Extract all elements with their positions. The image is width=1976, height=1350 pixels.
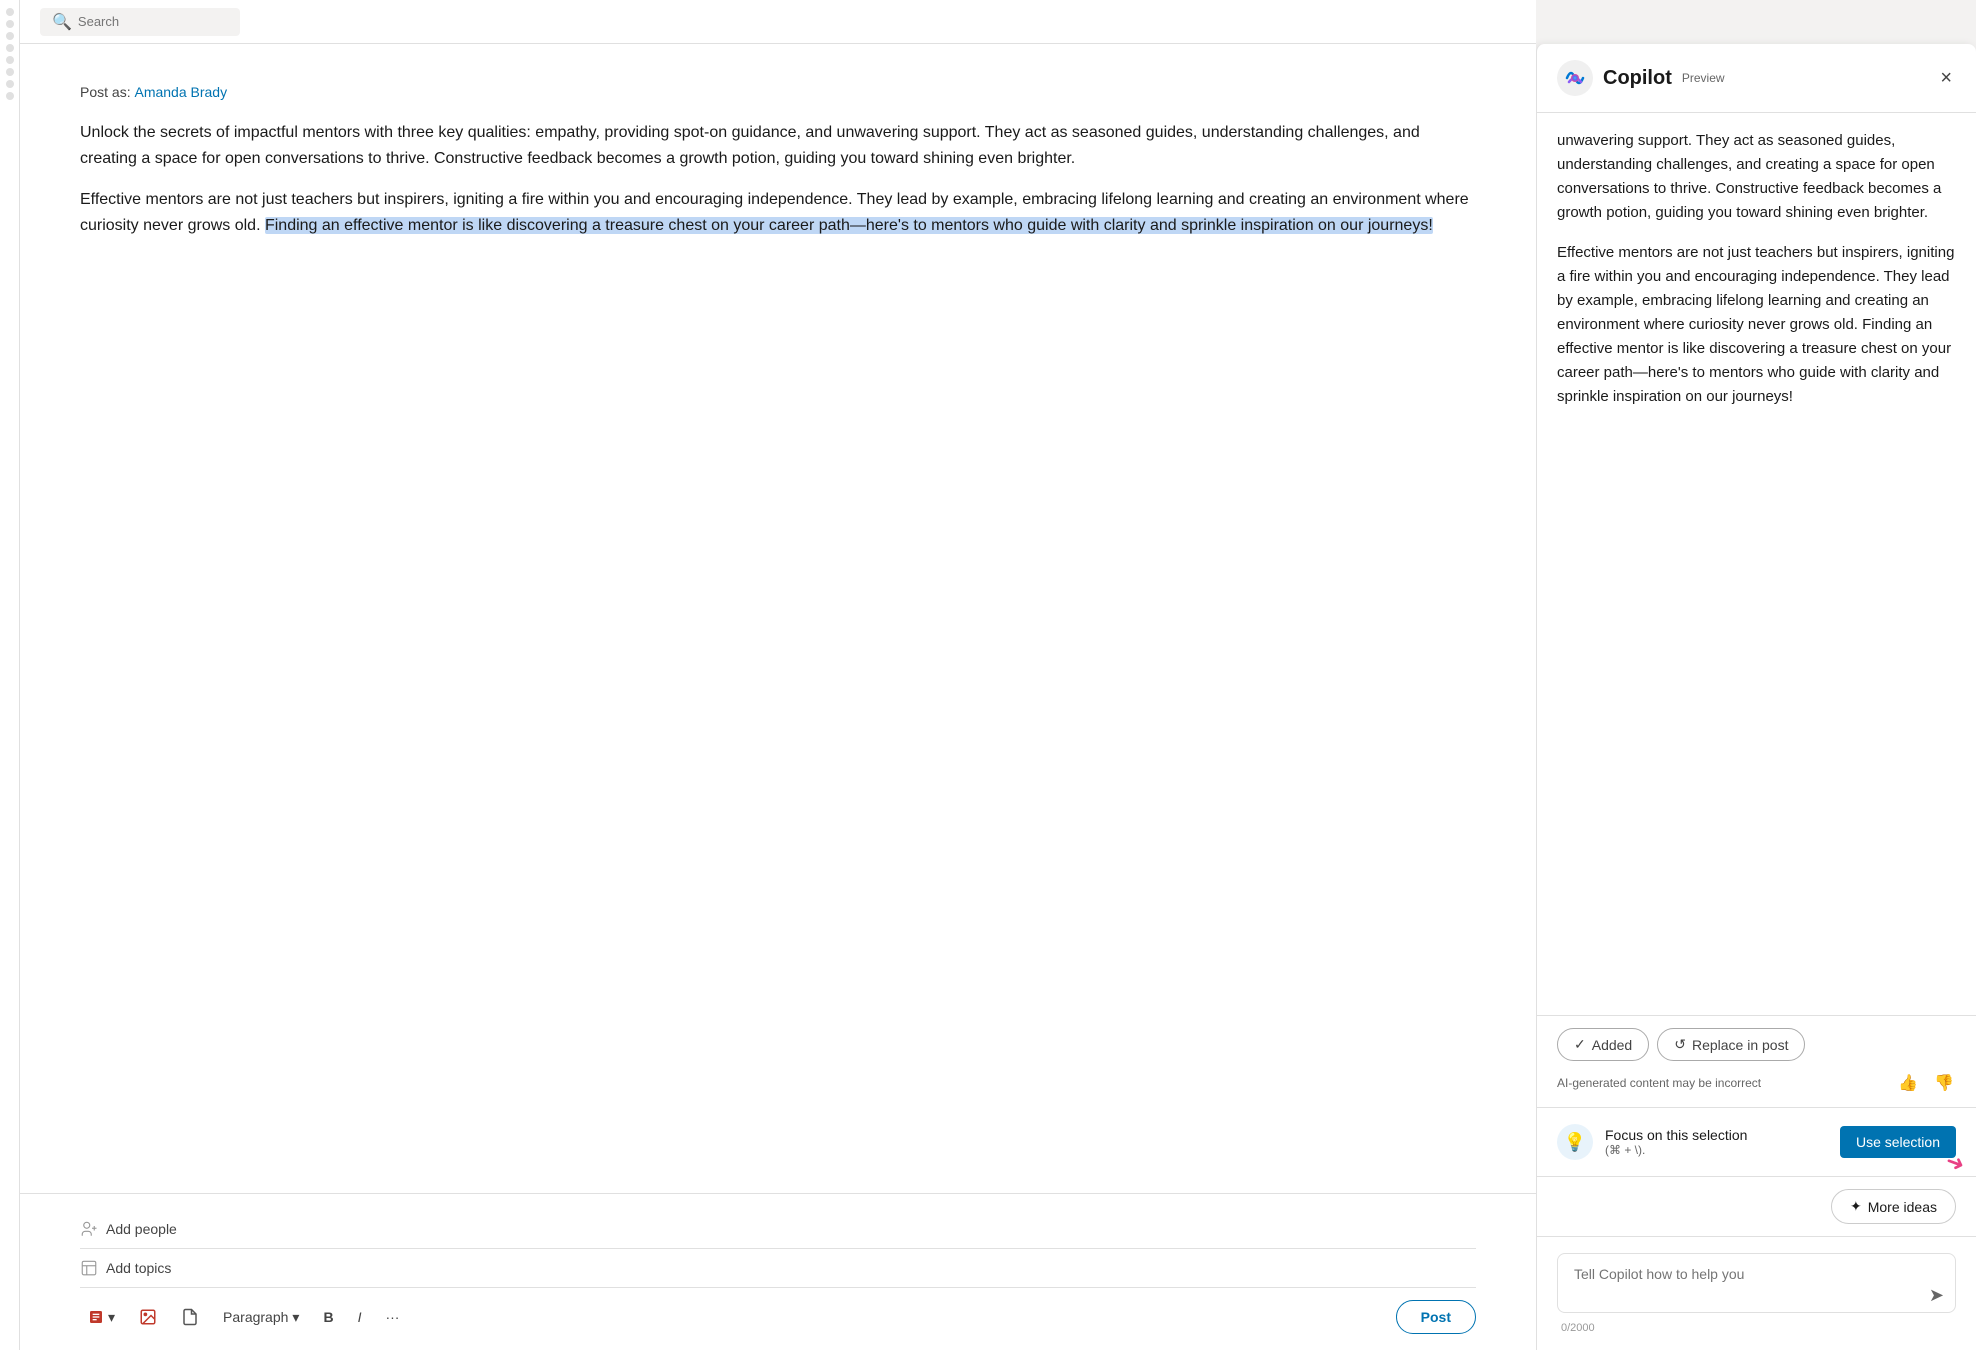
more-ideas-button[interactable]: ✦ More ideas	[1831, 1189, 1956, 1224]
copilot-title-area: Copilot Preview	[1557, 60, 1725, 96]
replace-icon: ↺	[1674, 1036, 1686, 1053]
focus-selection-area: 💡 Focus on this selection (⌘ + \). Use s…	[1537, 1107, 1976, 1176]
char-count: 0/2000	[1557, 1318, 1956, 1334]
more-ideas-row: ✦ More ideas	[1537, 1176, 1976, 1236]
copilot-close-button[interactable]: ×	[1936, 63, 1956, 94]
post-container: Post as: Amanda Brady Unlock the secrets…	[20, 44, 1536, 1193]
image-icon	[139, 1308, 157, 1326]
sidebar-dot	[6, 44, 14, 52]
bold-button[interactable]: B	[315, 1305, 341, 1329]
thumbdown-icon: 👎	[1934, 1075, 1954, 1092]
copilot-header: Copilot Preview ×	[1537, 44, 1976, 113]
send-button[interactable]: ➤	[1929, 1285, 1944, 1306]
search-input[interactable]	[78, 14, 218, 29]
image-button[interactable]	[131, 1304, 165, 1330]
replace-in-post-button[interactable]: ↺ Replace in post	[1657, 1028, 1805, 1061]
more-format-label: ···	[385, 1309, 399, 1325]
sidebar-dot	[6, 80, 14, 88]
post-type-button[interactable]: ▾	[80, 1305, 123, 1330]
post-button-label: Post	[1421, 1309, 1451, 1325]
copilot-actions: ✓ Added ↺ Replace in post AI-generated c…	[1537, 1015, 1976, 1107]
thumbdown-button[interactable]: 👎	[1932, 1071, 1956, 1095]
sparkle-icon: ✦	[1850, 1198, 1862, 1215]
copilot-panel: Copilot Preview × unwavering support. Th…	[1536, 44, 1976, 1350]
added-button-label: Added	[1592, 1037, 1632, 1053]
paragraph-dropdown[interactable]: Paragraph ▾	[215, 1305, 307, 1330]
copilot-title: Copilot	[1603, 67, 1672, 90]
sidebar-dot	[6, 32, 14, 40]
paragraph-1: Unlock the secrets of impactful mentors …	[80, 120, 1476, 171]
sidebar-dot	[6, 56, 14, 64]
copilot-logo-icon	[1557, 60, 1593, 96]
post-as-label: Post as: Amanda Brady	[80, 84, 1476, 100]
search-icon: 🔍	[52, 12, 72, 32]
replace-in-post-label: Replace in post	[1692, 1037, 1789, 1053]
document-icon	[181, 1308, 199, 1326]
action-buttons-row: ✓ Added ↺ Replace in post	[1557, 1028, 1956, 1061]
add-people-row[interactable]: Add people	[80, 1210, 1476, 1249]
post-button[interactable]: Post	[1396, 1300, 1476, 1334]
tell-copilot-wrapper: ➤	[1557, 1253, 1956, 1318]
ai-disclaimer: AI-generated content may be incorrect	[1557, 1076, 1884, 1090]
highlighted-text: Finding an effective mentor is like disc…	[265, 217, 1433, 234]
copilot-text: unwavering support. They act as seasoned…	[1557, 129, 1956, 409]
sidebar-dot	[6, 92, 14, 100]
left-sidebar	[0, 0, 20, 1350]
top-bar: 🔍	[20, 0, 1536, 44]
post-content[interactable]: Unlock the secrets of impactful mentors …	[80, 120, 1476, 238]
format-bar: ▾ Paragraph ▾ B	[80, 1288, 1476, 1334]
sidebar-dot	[6, 20, 14, 28]
copilot-paragraph-2: Effective mentors are not just teachers …	[1557, 241, 1956, 409]
copilot-preview-badge: Preview	[1682, 71, 1725, 85]
copilot-content: unwavering support. They act as seasoned…	[1537, 113, 1976, 1015]
thumbup-button[interactable]: 👍	[1896, 1071, 1920, 1095]
tell-copilot-area: ➤ 0/2000	[1537, 1236, 1976, 1350]
send-icon: ➤	[1929, 1285, 1944, 1305]
use-selection-button[interactable]: Use selection ➜	[1840, 1126, 1956, 1158]
add-topics-label: Add topics	[106, 1260, 171, 1276]
copilot-paragraph-1: unwavering support. They act as seasoned…	[1557, 129, 1956, 225]
focus-text-area: Focus on this selection (⌘ + \).	[1605, 1127, 1828, 1157]
add-people-label: Add people	[106, 1221, 177, 1237]
document-button[interactable]	[173, 1304, 207, 1330]
more-format-button[interactable]: ···	[377, 1305, 407, 1329]
paragraph-2: Effective mentors are not just teachers …	[80, 187, 1476, 238]
feedback-row: AI-generated content may be incorrect 👍 …	[1557, 1071, 1956, 1095]
italic-button[interactable]: I	[350, 1305, 370, 1329]
add-topics-icon	[80, 1259, 98, 1277]
bottom-toolbar: Add people Add topics ▾	[20, 1193, 1536, 1350]
cursor-arrow-indicator: ➜	[1942, 1148, 1968, 1179]
more-ideas-label: More ideas	[1868, 1199, 1937, 1215]
main-area: 🔍 Post as: Amanda Brady Unlock the secre…	[20, 0, 1536, 1350]
focus-shortcut: (⌘ + \).	[1605, 1143, 1828, 1157]
focus-bulb-icon: 💡	[1557, 1124, 1593, 1160]
paragraph-label: Paragraph	[223, 1309, 288, 1325]
sidebar-dot	[6, 68, 14, 76]
italic-label: I	[358, 1309, 362, 1325]
sidebar-dot	[6, 8, 14, 16]
search-bar[interactable]: 🔍	[40, 8, 240, 36]
tell-copilot-input[interactable]	[1557, 1253, 1956, 1313]
author-link[interactable]: Amanda Brady	[134, 84, 227, 100]
paragraph-chevron: ▾	[292, 1309, 299, 1326]
add-people-icon	[80, 1220, 98, 1238]
add-topics-row[interactable]: Add topics	[80, 1249, 1476, 1288]
post-type-chevron: ▾	[108, 1309, 115, 1326]
checkmark-icon: ✓	[1574, 1036, 1586, 1053]
post-type-icon	[88, 1309, 104, 1325]
focus-title: Focus on this selection	[1605, 1127, 1828, 1143]
added-button[interactable]: ✓ Added	[1557, 1028, 1649, 1061]
use-selection-label: Use selection	[1856, 1134, 1940, 1150]
bold-label: B	[323, 1309, 333, 1325]
thumbup-icon: 👍	[1898, 1075, 1918, 1092]
